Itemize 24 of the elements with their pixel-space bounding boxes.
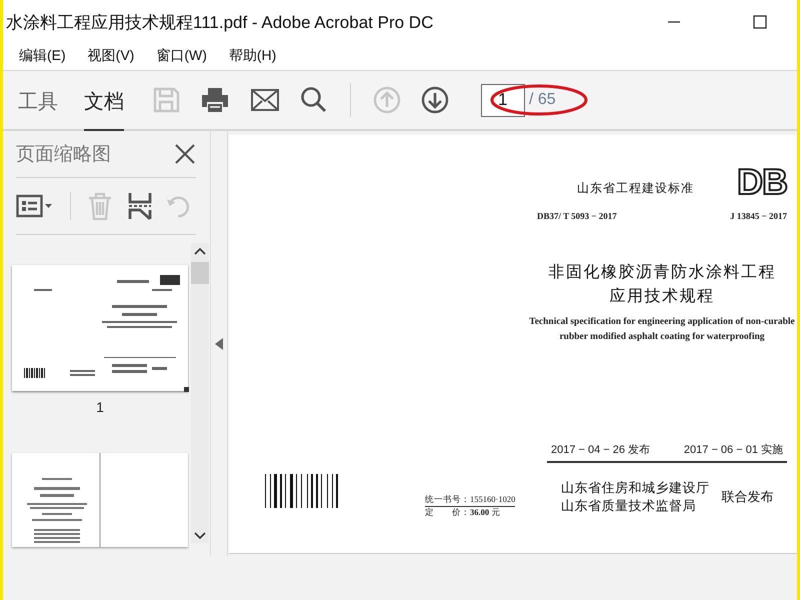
menu-item[interactable]: 帮助(H) [222,47,282,65]
page-label: 1 [96,399,104,415]
joint-release: 联合发布 [722,488,774,506]
document-title: 非固化橡胶沥青防水涂料工程 [547,262,777,283]
english-title: rubber modified asphalt coating for waterproofing [558,331,766,344]
price: 定 价：36.00 元 [425,507,502,519]
book-number: 统一书号：155160·1020 [425,494,516,507]
publisher: 山东省质量技术监督局 [561,497,697,515]
english-title: Technical specification for engineering application of non-curable [528,316,796,329]
menu-item[interactable]: 视图(V) [82,47,140,65]
effective-date: 2017 − 06 − 01 实施 [684,442,783,457]
window-title: 水涂料工程应用技术规程111.pdf - Adobe Acrobat Pro DC [5,12,434,34]
standard-code: J 13845 − 2017 [730,211,787,221]
issue-date: 2017 − 04 − 26 发布 [551,443,650,457]
publisher: 山东省住房和城乡建设厅 [561,479,710,497]
tab[interactable]: 工具 [18,72,58,132]
standard-code: DB37/ T 5093 − 2017 [537,211,617,221]
menu-item[interactable]: 编辑(E) [13,47,72,65]
db-logo: DB [737,165,787,199]
document-title: 应用技术规程 [608,286,716,307]
panel-title: 页面缩略图 [16,143,111,167]
menu-item[interactable]: 窗口(W) [150,47,213,65]
page-count: / 65 [529,91,556,109]
standard-series: 山东省工程建设标准 [577,180,694,197]
